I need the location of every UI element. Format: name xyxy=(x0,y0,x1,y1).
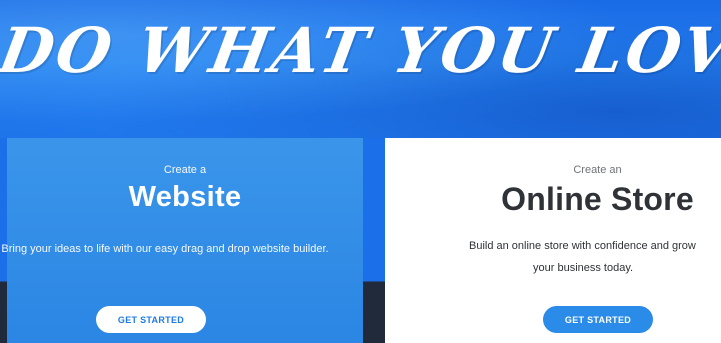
website-card-eyebrow: Create a xyxy=(163,164,207,176)
online-store-card: Create an Online Store Build an online s… xyxy=(385,138,721,343)
website-card: Create a Website Bring your ideas to lif… xyxy=(1,138,363,343)
website-card-heading: Website xyxy=(128,181,242,213)
store-card-heading: Online Store xyxy=(501,181,694,217)
hero-title: DO WHAT YOU LOVE xyxy=(0,14,721,87)
store-card-description-line1: Build an online store with confidence an… xyxy=(469,240,696,252)
store-get-started-button[interactable]: GET STARTED xyxy=(543,306,653,333)
website-card-description: Bring your ideas to life with our easy d… xyxy=(1,243,329,255)
hero-banner: DO WHAT YOU LOVE xyxy=(0,0,721,138)
store-card-description-line2: your business today. xyxy=(533,262,634,274)
website-get-started-button[interactable]: GET STARTED xyxy=(96,306,206,333)
store-card-eyebrow: Create an xyxy=(573,164,622,176)
store-card-description: Build an online store with confidence an… xyxy=(469,235,721,279)
